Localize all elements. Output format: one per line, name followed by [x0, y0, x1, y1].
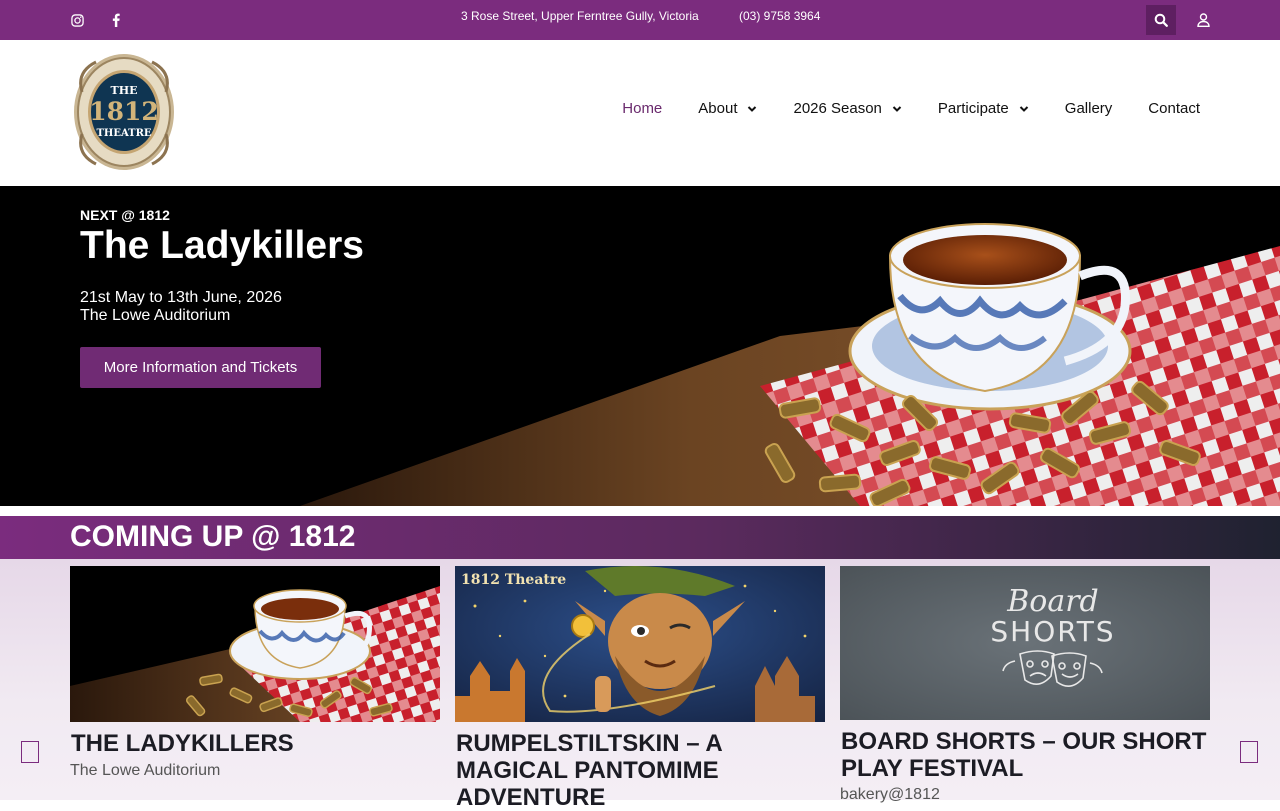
nav-home-label: Home: [622, 100, 663, 117]
nav-gallery-label: Gallery: [1064, 100, 1113, 117]
hero-kicker: NEXT @ 1812: [80, 207, 170, 223]
facebook-icon[interactable]: [108, 12, 124, 28]
site-logo[interactable]: THE 1812 THEATRE: [72, 52, 176, 172]
nav-participate-label: Participate: [937, 100, 1009, 117]
logo-text-the: THE: [111, 84, 138, 97]
top-bar: 3 Rose Street, Upper Ferntree Gully, Vic…: [0, 0, 1280, 40]
user-icon: [1196, 13, 1210, 27]
nav-home[interactable]: Home: [622, 100, 662, 117]
hero-venue: The Lowe Auditorium: [80, 307, 231, 324]
instagram-icon[interactable]: [69, 12, 85, 28]
address-text: 3 Rose Street, Upper Ferntree Gully, Vic…: [461, 9, 699, 23]
hero-title: The Ladykillers: [80, 224, 364, 267]
main-nav: Home About 2026 Season Participate Galle…: [622, 100, 1200, 117]
show-card-title[interactable]: THE LADYKILLERS: [71, 730, 441, 757]
show-card-subtitle: bakery@1812: [840, 786, 940, 803]
nav-participate[interactable]: Participate: [938, 100, 1029, 117]
nav-contact-label: Contact: [1148, 100, 1200, 117]
account-button[interactable]: [1193, 10, 1213, 30]
more-info-tickets-button[interactable]: More Information and Tickets: [80, 347, 321, 388]
search-button[interactable]: [1146, 5, 1176, 35]
nav-season-label: 2026 Season: [793, 100, 882, 117]
chevron-down-icon: [892, 105, 902, 112]
search-icon: [1154, 13, 1168, 27]
nav-2026-season[interactable]: 2026 Season: [793, 100, 902, 117]
logo-text-1812: 1812: [89, 97, 159, 126]
chevron-down-icon: [1019, 105, 1028, 112]
hero-banner: NEXT @ 1812 The Ladykillers 21st May to …: [0, 186, 1280, 506]
hero-dates: 21st May to 13th June, 2026: [80, 289, 282, 306]
show-card-image[interactable]: Board SHORTS: [840, 566, 1210, 722]
image-caption-text: 1812 Theatre: [461, 572, 566, 588]
site-header: THE 1812 THEATRE Home About 2026 Season …: [0, 40, 1280, 186]
image-text-shorts: SHORTS: [990, 615, 1115, 648]
show-card-title[interactable]: BOARD SHORTS – OUR SHORT PLAY FESTIVAL: [841, 728, 1211, 782]
show-card-subtitle: The Lowe Auditorium: [70, 762, 221, 779]
chevron-down-icon: [748, 105, 757, 112]
coming-up-heading: COMING UP @ 1812: [70, 520, 356, 553]
nav-about-label: About: [698, 100, 738, 117]
nav-about[interactable]: About: [698, 100, 757, 117]
image-text-board: Board: [1006, 584, 1099, 619]
carousel-next-arrow[interactable]: [1240, 741, 1258, 763]
show-card-image[interactable]: [70, 566, 440, 722]
logo-text-theatre: THEATRE: [96, 128, 151, 139]
nav-gallery[interactable]: Gallery: [1065, 100, 1113, 117]
coming-up-carousel: THE LADYKILLERS The Lowe Auditorium 1812…: [0, 559, 1280, 811]
nav-contact[interactable]: Contact: [1148, 100, 1200, 117]
carousel-prev-arrow[interactable]: [21, 741, 39, 763]
section-spacer: [0, 506, 1280, 516]
phone-number[interactable]: (03) 9758 3964: [739, 9, 820, 23]
coming-up-header: COMING UP @ 1812: [0, 516, 1280, 559]
show-card-title[interactable]: RUMPELSTILTSKIN – A MAGICAL PANTOMIME AD…: [456, 730, 826, 811]
show-card-image[interactable]: 1812 Theatre: [455, 566, 825, 722]
